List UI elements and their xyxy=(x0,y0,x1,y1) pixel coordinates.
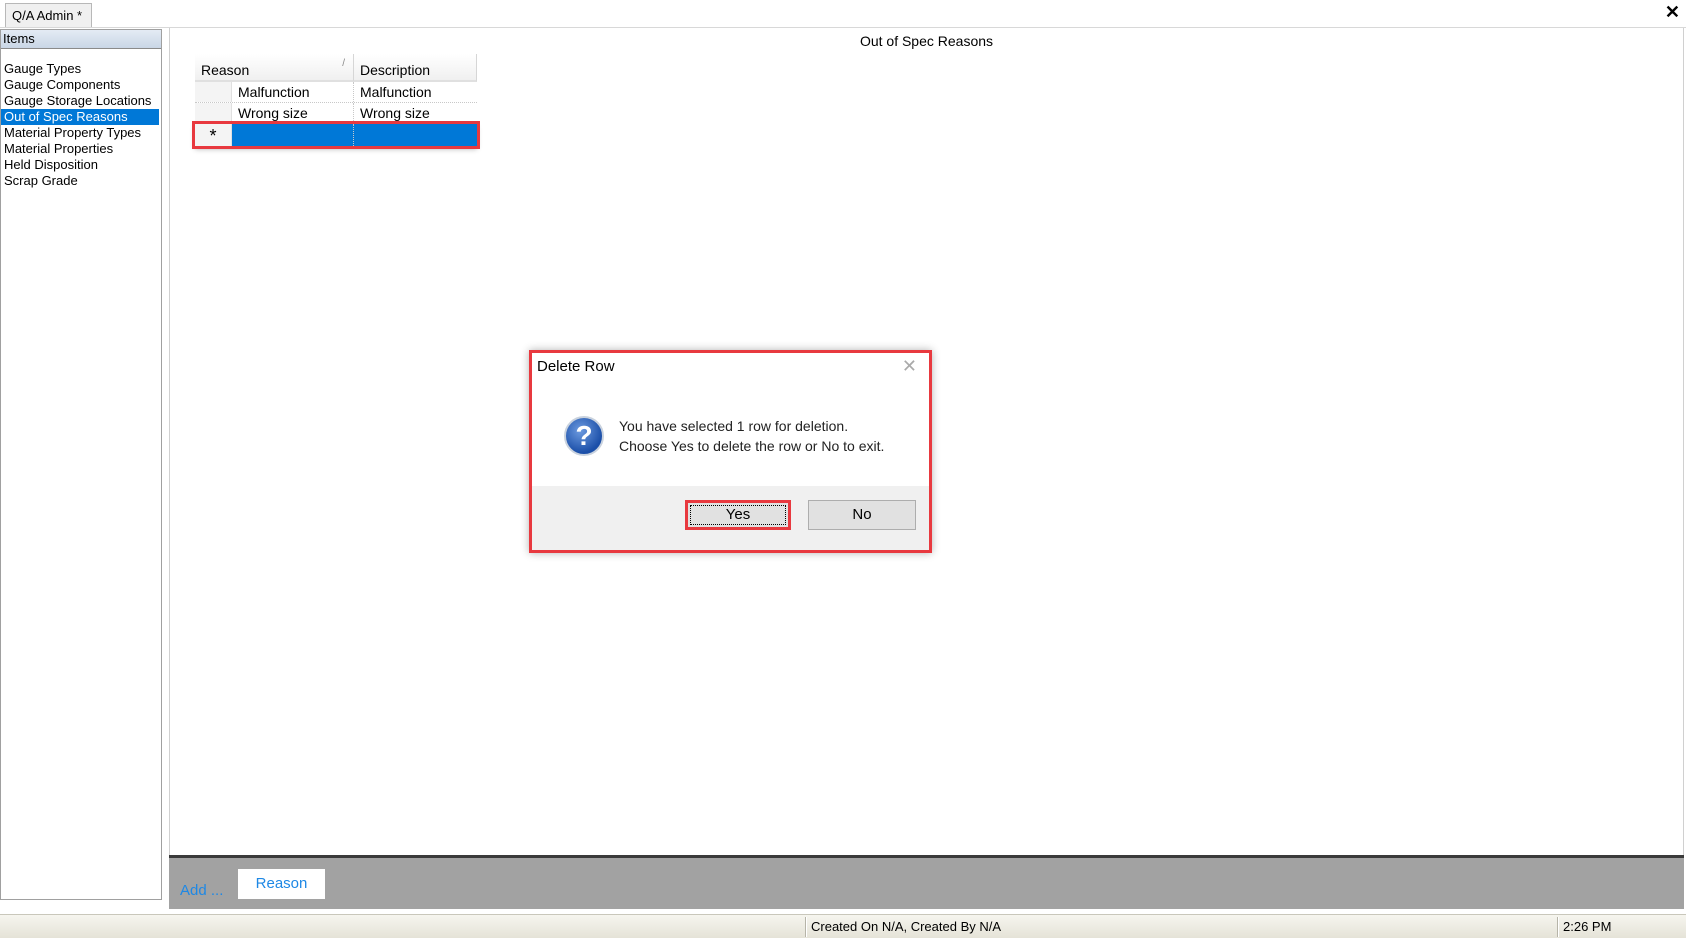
sidebar: Items Gauge Types Gauge Components Gauge… xyxy=(0,29,162,900)
column-label: Reason xyxy=(201,62,250,78)
column-header-reason[interactable]: Reason / xyxy=(195,54,354,82)
add-label[interactable]: Add ... xyxy=(180,882,223,899)
sidebar-item-gauge-types[interactable]: Gauge Types xyxy=(1,61,161,77)
sort-icon: / xyxy=(342,58,345,69)
created-info: Created On N/A, Created By N/A xyxy=(811,919,1002,934)
close-icon[interactable]: ✕ xyxy=(1665,2,1680,23)
delete-row-dialog: Delete Row ✕ ? You have selected 1 row f… xyxy=(529,350,932,553)
new-row-marker[interactable]: * xyxy=(195,124,232,146)
sidebar-item-scrap-grade[interactable]: Scrap Grade xyxy=(1,173,161,189)
dialog-button-area: Yes No xyxy=(532,486,929,550)
cell-description[interactable]: Malfunction xyxy=(354,82,477,102)
tab-qa-admin[interactable]: Q/A Admin * xyxy=(5,3,92,28)
table-row[interactable]: Malfunction Malfunction xyxy=(195,82,477,103)
sidebar-header: Items xyxy=(1,30,161,49)
row-header[interactable] xyxy=(195,103,232,123)
message-line: You have selected 1 row for deletion. xyxy=(619,418,849,434)
message-line: Choose Yes to delete the row or No to ex… xyxy=(619,438,885,454)
sidebar-item-gauge-storage-locations[interactable]: Gauge Storage Locations xyxy=(1,93,161,109)
cell-reason[interactable]: Malfunction xyxy=(232,82,354,102)
sidebar-item-material-properties[interactable]: Material Properties xyxy=(1,141,161,157)
reasons-grid: Reason / Description Malfunction Malfunct… xyxy=(192,54,480,149)
close-icon[interactable]: ✕ xyxy=(902,356,917,377)
no-button[interactable]: No xyxy=(808,500,916,530)
clock: 2:26 PM xyxy=(1563,919,1612,934)
page-title: Out of Spec Reasons xyxy=(859,33,994,49)
sidebar-item-held-disposition[interactable]: Held Disposition xyxy=(1,157,161,173)
row-header[interactable] xyxy=(195,82,232,102)
dialog-message: You have selected 1 row for deletion. Ch… xyxy=(619,416,884,456)
divider xyxy=(805,917,807,937)
new-row[interactable]: * xyxy=(192,121,480,149)
status-bar: Created On N/A, Created By N/A 2:26 PM xyxy=(0,914,1686,938)
divider xyxy=(1557,917,1559,937)
cell-description[interactable] xyxy=(354,124,477,146)
cell-reason[interactable]: Wrong size xyxy=(232,103,354,123)
cell-description[interactable]: Wrong size xyxy=(354,103,477,123)
sidebar-item-gauge-components[interactable]: Gauge Components xyxy=(1,77,161,93)
cell-reason[interactable] xyxy=(232,124,354,146)
column-header-description[interactable]: Description xyxy=(354,54,477,82)
add-bar: Add ... Reason xyxy=(169,855,1684,909)
question-icon: ? xyxy=(564,416,604,456)
table-row[interactable]: Wrong size Wrong size xyxy=(195,103,477,124)
dialog-title: Delete Row xyxy=(537,358,615,375)
sidebar-item-out-of-spec-reasons[interactable]: Out of Spec Reasons xyxy=(1,109,159,125)
add-reason-button[interactable]: Reason xyxy=(238,869,325,899)
sidebar-item-material-property-types[interactable]: Material Property Types xyxy=(1,125,161,141)
yes-button[interactable]: Yes xyxy=(685,500,791,530)
